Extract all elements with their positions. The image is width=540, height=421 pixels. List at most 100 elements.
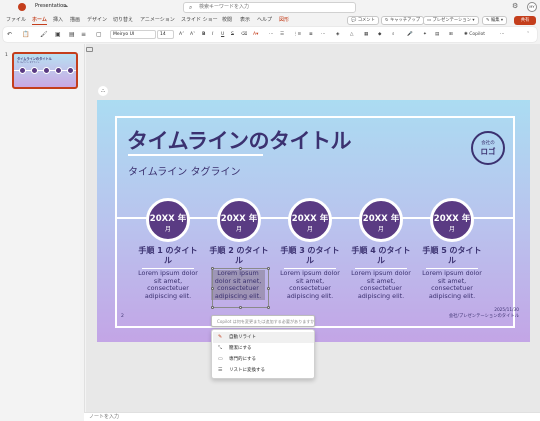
slide-subtitle[interactable]: タイムライン タグライン xyxy=(128,163,240,178)
shapes-icon[interactable]: △ xyxy=(350,30,353,39)
resize-handle[interactable] xyxy=(239,306,242,309)
grow-font-icon[interactable]: A˄ xyxy=(179,30,184,39)
shrink-font-icon[interactable]: A˅ xyxy=(190,30,195,39)
comment-button[interactable]: 💬 コメント xyxy=(347,16,379,25)
resize-handle[interactable] xyxy=(211,267,214,270)
thumbnail-number: 1 xyxy=(5,53,8,58)
menu-review[interactable]: 校閲 xyxy=(222,16,232,24)
milestone-body[interactable]: Lorem ipsum dolor sit amet, consectetuer… xyxy=(280,269,340,300)
menu-file[interactable]: ファイル xyxy=(6,16,26,24)
milestone-body[interactable]: Lorem ipsum dolor sit amet, consectetuer… xyxy=(351,269,411,300)
notes-placeholder: ノートを入力 xyxy=(89,414,120,420)
shape-fill-icon[interactable]: ◈ xyxy=(336,30,339,39)
copilot-convert-list[interactable]: ☰ リストに変換する xyxy=(213,365,314,376)
more-font-icon[interactable]: ⋯ xyxy=(269,30,274,39)
new-slide-icon[interactable]: ▣ xyxy=(55,30,61,39)
menu-insert[interactable]: 挿入 xyxy=(53,16,63,24)
milestone-year: 20XX 年 xyxy=(149,214,187,224)
resize-handle[interactable] xyxy=(267,306,270,309)
milestone-circle[interactable]: 20XX 年 月 xyxy=(288,198,332,242)
bold-icon[interactable]: B xyxy=(202,30,205,39)
ribbon-more-icon[interactable]: ⋯ xyxy=(500,30,505,39)
menu-slideshow[interactable]: スライド ショー xyxy=(181,16,218,24)
font-size-select[interactable]: 14 xyxy=(157,30,174,39)
numbering-icon[interactable]: ⋮≡ xyxy=(293,30,301,39)
share-button[interactable]: 共有 xyxy=(514,16,536,25)
search-input[interactable]: ⌕ 検索キーワードを入力 xyxy=(183,2,356,13)
cloud-save-icon[interactable]: ☁ xyxy=(63,3,68,9)
copilot-auto-rewrite[interactable]: ✎ 自動リライト xyxy=(213,332,314,343)
menu-draw[interactable]: 描画 xyxy=(70,16,80,24)
slide-title[interactable]: タイムラインのタイトル xyxy=(127,125,352,155)
milestone-body[interactable]: Lorem ipsum dolor sit amet, consectetuer… xyxy=(138,269,198,300)
layout-icon[interactable]: ▤ xyxy=(69,30,75,39)
menu-home[interactable]: ホーム xyxy=(32,16,47,25)
menu-design[interactable]: デザイン xyxy=(87,16,107,24)
clear-format-icon[interactable]: ⌫ xyxy=(241,30,247,39)
undo-icon[interactable]: ↶ xyxy=(7,30,12,39)
collaboration-icon[interactable]: ⛬ xyxy=(98,86,108,96)
font-color-icon[interactable]: A▾ xyxy=(253,30,258,39)
italic-icon[interactable]: I xyxy=(212,30,213,39)
menu-view[interactable]: 表示 xyxy=(240,16,250,24)
milestone-step-title[interactable]: 手順 2 のタイトル xyxy=(207,246,271,266)
find-icon[interactable]: ⌕ xyxy=(392,30,395,39)
milestone-step-title[interactable]: 手順 5 のタイトル xyxy=(420,246,484,266)
resize-handle[interactable] xyxy=(211,287,214,290)
underline-icon[interactable]: U xyxy=(221,30,224,39)
resize-handle[interactable] xyxy=(211,306,214,309)
milestone-step-title[interactable]: 手順 4 のタイトル xyxy=(349,246,413,266)
menu-help[interactable]: ヘルプ xyxy=(257,16,272,24)
milestone-body[interactable]: Lorem ipsum dolor sit amet, consectetuer… xyxy=(422,269,482,300)
milestone-circle[interactable]: 20XX 年 月 xyxy=(430,198,474,242)
document-title[interactable]: Presentation xyxy=(35,2,66,11)
paragraph-more-icon[interactable]: ⋯ xyxy=(321,30,326,39)
format-painter-icon[interactable]: 🖌 xyxy=(40,30,48,39)
resize-handle[interactable] xyxy=(267,287,270,290)
slide-thumbnail[interactable]: タイムラインのタイトル タイムライン タグライン xyxy=(12,52,78,89)
catchup-button[interactable]: ↻ キャッチアップ xyxy=(381,16,425,25)
copilot-make-professional[interactable]: ▭ 専門的にする xyxy=(213,354,314,365)
milestone-circle[interactable]: 20XX 年 月 xyxy=(146,198,190,242)
powerpoint-window: Presentation ☁ ⌕ 検索キーワードを入力 ⚙ MY ファイル ホー… xyxy=(0,0,540,421)
slide[interactable]: タイムラインのタイトル タイムライン タグライン 会社の ロゴ 20XX 年 月… xyxy=(97,100,530,342)
copilot-button[interactable]: ✺ Copilot xyxy=(464,30,485,39)
menu-shape-format[interactable]: 図形 xyxy=(279,16,289,24)
sensitivity-icon[interactable]: ⊞ xyxy=(449,30,453,39)
section-icon[interactable]: ≡ xyxy=(81,30,86,39)
present-button[interactable]: ▭ プレゼンテーション ▾ xyxy=(423,16,479,25)
milestone-step-title[interactable]: 手順 3 のタイトル xyxy=(278,246,342,266)
quick-styles-icon[interactable]: ◆ xyxy=(378,30,381,39)
milestone-step-title[interactable]: 手順 1 のタイトル xyxy=(136,246,200,266)
dictate-icon[interactable]: 🎤 xyxy=(407,30,413,39)
milestone-circle[interactable]: 20XX 年 月 xyxy=(359,198,403,242)
add-in-icon[interactable]: ▤ xyxy=(435,30,439,39)
strikethrough-icon[interactable]: S xyxy=(231,30,234,39)
company-logo[interactable]: 会社の ロゴ xyxy=(471,131,505,165)
copilot-prompt-input[interactable]: Copilot は何を変更または追加する必要がありますか? xyxy=(211,315,315,327)
milestone-year: 20XX 年 xyxy=(291,214,329,224)
user-avatar[interactable]: MY xyxy=(527,2,537,12)
resize-handle[interactable] xyxy=(239,267,242,270)
font-name-select[interactable]: Meiryo UI xyxy=(110,30,156,39)
resize-handle[interactable] xyxy=(267,267,270,270)
milestone-circle[interactable]: 20XX 年 月 xyxy=(217,198,261,242)
ribbon-collapse-icon[interactable]: ˅ xyxy=(527,30,529,39)
menu-animations[interactable]: アニメーション xyxy=(140,16,175,24)
designer-icon[interactable]: ✦ xyxy=(423,30,427,39)
notes-pane[interactable]: ノートを入力 xyxy=(84,412,540,421)
text-selection-box[interactable] xyxy=(211,267,270,309)
bullets-icon[interactable]: ☰ xyxy=(280,30,284,39)
settings-gear-icon[interactable]: ⚙ xyxy=(512,2,518,11)
arrange-icon[interactable]: ▦ xyxy=(364,30,368,39)
thumbnail-milestone xyxy=(43,67,50,74)
reset-icon[interactable]: ▢ xyxy=(96,30,102,39)
menu-transitions[interactable]: 切り替え xyxy=(113,16,133,24)
copilot-label: Copilot xyxy=(469,32,485,37)
toggle-pane-icon[interactable] xyxy=(86,47,93,52)
align-icon[interactable]: ≣ xyxy=(309,30,313,39)
edit-mode-button[interactable]: ✎ 編集 ▾ xyxy=(482,16,508,25)
copilot-make-concise[interactable]: ⤡ 簡潔にする xyxy=(213,343,314,354)
pane-divider[interactable] xyxy=(84,44,85,412)
clipboard-icon[interactable]: 📋 xyxy=(22,30,29,39)
